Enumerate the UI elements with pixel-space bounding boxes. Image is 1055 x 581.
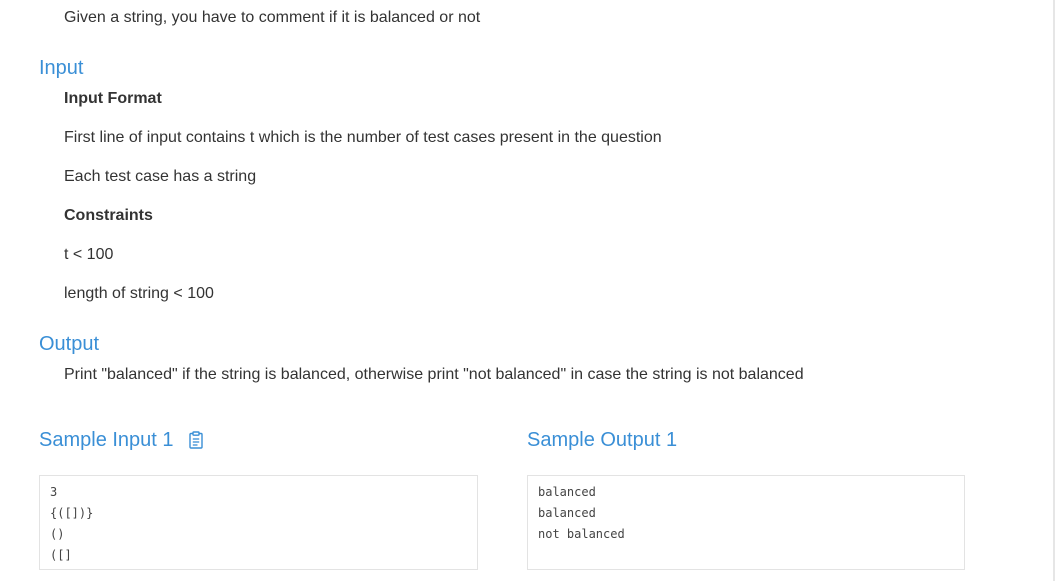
sample-output-box[interactable]: balanced balanced not balanced — [527, 475, 965, 570]
sample-input-line: ([] — [50, 548, 72, 562]
constraint-item: length of string < 100 — [64, 285, 214, 302]
input-format-line: Each test case has a string — [64, 168, 257, 185]
sample-input-line: () — [50, 527, 65, 541]
sample-input-header: Sample Input 1 — [39, 428, 204, 452]
output-heading: Output — [39, 333, 100, 355]
constraints-title: Constraints — [64, 207, 153, 224]
constraint-item: t < 100 — [64, 246, 114, 263]
sample-output-line: balanced — [538, 485, 596, 499]
sample-output-line: not balanced — [538, 527, 625, 541]
sample-output-heading: Sample Output 1 — [527, 429, 678, 451]
input-format-line: First line of input contains t which is … — [64, 129, 662, 146]
sample-input-line: 3 — [50, 485, 58, 499]
sample-input-heading: Sample Input 1 — [39, 429, 174, 451]
output-description: Print "balanced" if the string is balanc… — [64, 366, 804, 383]
sample-output-line: balanced — [538, 506, 596, 520]
problem-description: Given a string, you have to comment if i… — [64, 9, 481, 26]
sample-input-box[interactable]: 3 {([])} () ([] — [39, 475, 478, 570]
clipboard-icon[interactable] — [188, 431, 204, 449]
input-format-title: Input Format — [64, 90, 162, 107]
sample-input-line: {([])} — [50, 506, 94, 520]
input-heading: Input — [39, 57, 84, 79]
